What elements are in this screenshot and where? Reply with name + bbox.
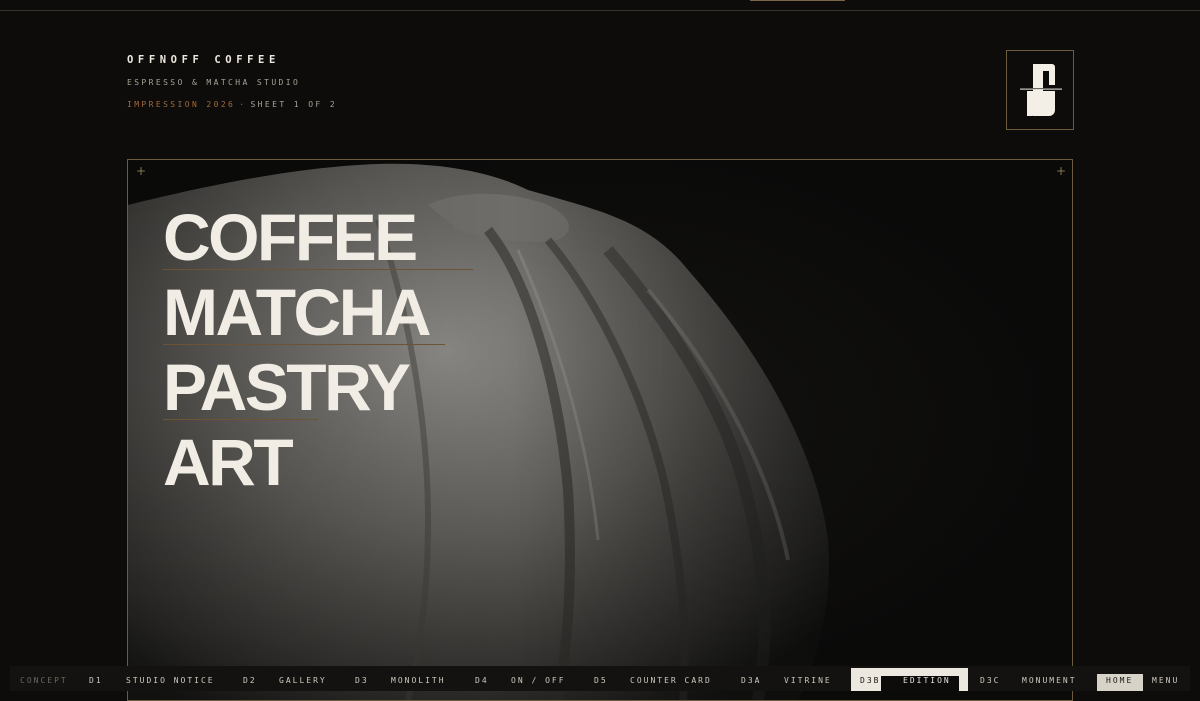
nav-code-d3[interactable]: D3	[355, 666, 369, 691]
logo-badge[interactable]	[1006, 50, 1074, 130]
sheet-counter: SHEET 1 OF 2	[250, 100, 338, 109]
nav-menu[interactable]: MENU	[1152, 666, 1179, 691]
nav-code-d4[interactable]: D4	[475, 666, 489, 691]
headline-line-matcha: MATCHA	[163, 275, 432, 349]
headline-rule-1	[163, 269, 473, 270]
headline-rule-3	[163, 419, 318, 420]
nav-concept[interactable]: CONCEPT	[20, 666, 68, 691]
nav-item-monolith[interactable]: MONOLITH	[391, 666, 446, 691]
brand-name: OFFNOFF COFFEE	[127, 54, 280, 66]
nav-code-d3c[interactable]: D3C	[980, 666, 1000, 691]
impression-separator: ·	[239, 100, 247, 109]
nav-item-studio-notice[interactable]: STUDIO NOTICE	[126, 666, 215, 691]
hero-headline: COFFEE MATCHA PASTRY ART	[163, 200, 473, 500]
headline-rule-2	[163, 344, 445, 345]
nav-code-d2[interactable]: D2	[243, 666, 257, 691]
nav-item-gallery[interactable]: GALLERY	[279, 666, 327, 691]
brand-subtitle: ESPRESSO & MATCHA STUDIO	[127, 78, 301, 87]
nav-item-edition[interactable]: EDITION	[903, 666, 951, 691]
top-divider	[0, 10, 1200, 11]
headline-line-coffee: COFFEE	[163, 200, 418, 274]
nav-item-counter-card[interactable]: COUNTER CARD	[630, 666, 712, 691]
nav-item-on-off[interactable]: ON / OFF	[511, 666, 566, 691]
nav-code-d3a[interactable]: D3A	[741, 666, 761, 691]
hero-frame: + + COFFEE MATCHA PASTRY ART	[127, 159, 1073, 701]
nav-home[interactable]: HOME	[1106, 666, 1133, 691]
offnoff-monogram-icon	[1020, 64, 1062, 117]
headline-line-art: ART	[163, 425, 294, 499]
nav-code-d3b[interactable]: D3B	[860, 666, 880, 691]
nav-item-monument[interactable]: MONUMENT	[1022, 666, 1077, 691]
nav-code-d1[interactable]: D1	[89, 666, 103, 691]
nav-item-vitrine[interactable]: VITRINE	[784, 666, 832, 691]
corner-mark-left: +	[136, 164, 147, 178]
corner-mark-right: +	[1056, 164, 1067, 178]
nav-code-d5[interactable]: D5	[594, 666, 608, 691]
bottom-navigation: CONCEPT D1 STUDIO NOTICE D2 GALLERY D3 M…	[10, 666, 1190, 691]
top-tab-indicator	[750, 0, 845, 1]
headline-line-pastry: PASTRY	[163, 350, 411, 424]
impression-line: IMPRESSION 2026 · SHEET 1 OF 2	[127, 100, 337, 109]
impression-label: IMPRESSION 2026	[127, 100, 236, 109]
